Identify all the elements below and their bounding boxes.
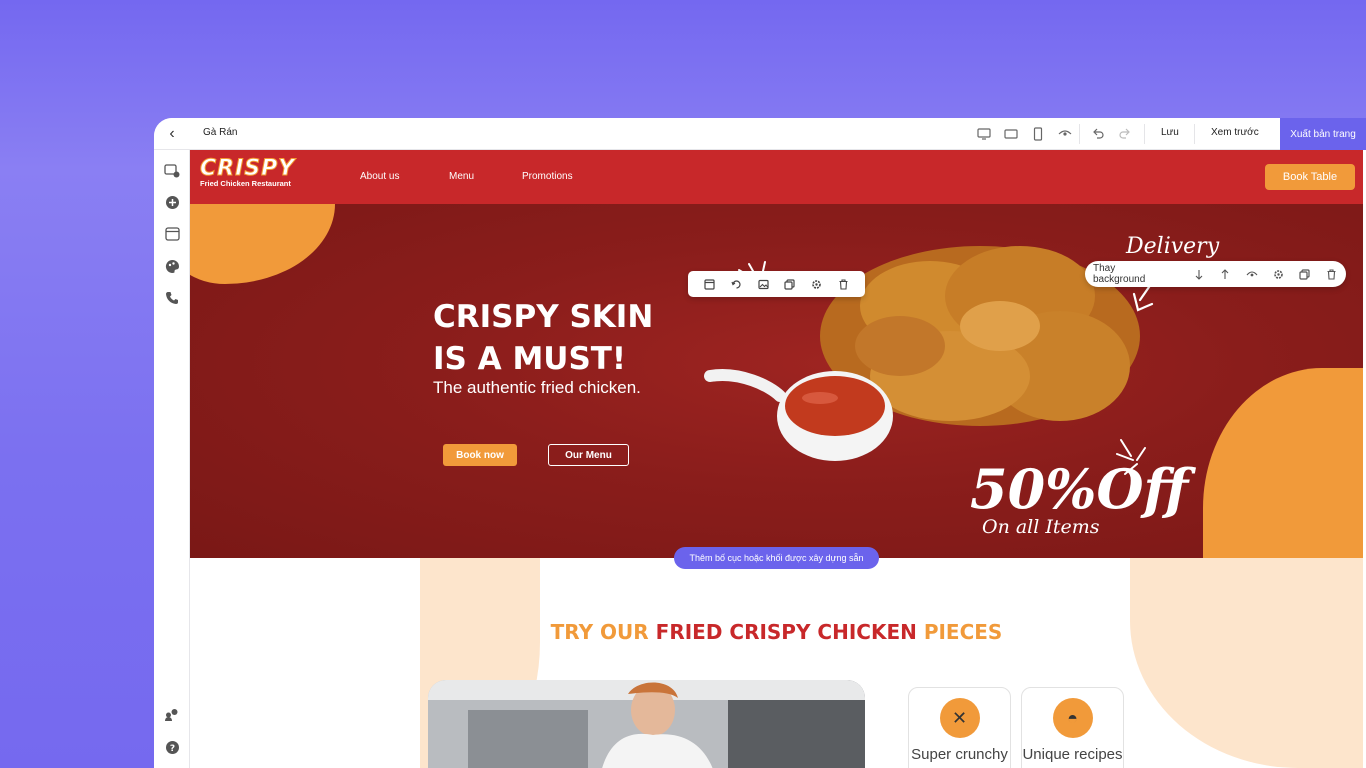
- change-background-button[interactable]: Thay background: [1093, 263, 1167, 285]
- history-icon[interactable]: [729, 277, 743, 291]
- site-logo[interactable]: CRISPY Fried Chicken Restaurant: [199, 156, 296, 189]
- hero-subtitle: The authentic fried chicken.: [433, 378, 641, 397]
- logo-subtitle: Fried Chicken Restaurant: [200, 179, 291, 188]
- layout-icon[interactable]: [702, 277, 716, 291]
- add-block-button[interactable]: Thêm bố cục hoặc khối được xây dựng sẵn: [674, 547, 879, 569]
- hero-title: CRISPY SKIN IS A MUST!: [433, 296, 653, 380]
- tablet-view-icon[interactable]: [1003, 126, 1019, 142]
- section-title-part3: PIECES: [916, 620, 1003, 644]
- page-canvas: CRISPY Fried Chicken Restaurant About us…: [190, 150, 1363, 768]
- book-table-button[interactable]: Book Table: [1265, 164, 1355, 190]
- editor-sidebar: ?: [154, 150, 190, 768]
- section-toolbar: Thay background: [1085, 261, 1346, 287]
- decor-panel-right: [1130, 558, 1363, 768]
- section-trash-icon[interactable]: [1325, 267, 1338, 281]
- nav-about-us[interactable]: About us: [360, 171, 399, 182]
- section-title-part2: FRIED CRISPY CHICKEN: [655, 620, 917, 644]
- move-down-icon[interactable]: [1192, 267, 1205, 281]
- logo-text: CRISPY: [199, 156, 296, 182]
- move-up-icon[interactable]: [1219, 267, 1232, 281]
- nav-menu[interactable]: Menu: [449, 171, 474, 182]
- decor-blob-top-left: [190, 204, 335, 284]
- add-section-icon[interactable]: [163, 162, 181, 180]
- nav-promotions[interactable]: Promotions: [522, 171, 573, 182]
- pages-icon[interactable]: [163, 225, 181, 243]
- feature-label: Super crunchy: [911, 746, 1008, 763]
- promo-discount: 50%Off: [970, 457, 1189, 521]
- help-icon[interactable]: ?: [163, 738, 181, 756]
- hero-title-line2: IS A MUST!: [433, 341, 627, 377]
- section-title-part1: TRY OUR: [550, 620, 656, 644]
- publish-button[interactable]: Xuất bản trang: [1280, 118, 1366, 150]
- trash-icon[interactable]: [837, 277, 851, 291]
- preview-button[interactable]: Xem trước: [1211, 127, 1259, 138]
- site-header[interactable]: CRISPY Fried Chicken Restaurant About us…: [190, 150, 1363, 204]
- back-icon[interactable]: ‹: [162, 124, 182, 144]
- image-icon[interactable]: [756, 277, 770, 291]
- feature-card-crunchy[interactable]: ✕ Super crunchy: [908, 687, 1011, 768]
- visibility-eye-icon[interactable]: [1245, 267, 1258, 281]
- section-duplicate-icon[interactable]: [1298, 267, 1311, 281]
- hero-section[interactable]: CRISPY SKIN IS A MUST! The authentic fri…: [190, 204, 1363, 558]
- editor-topbar: ‹ Gà Rán Lưu Xem trước Xuất bản trang: [154, 118, 1366, 150]
- users-icon[interactable]: [163, 706, 181, 724]
- delivery-text: Delivery: [1126, 234, 1220, 259]
- add-element-icon[interactable]: [163, 193, 181, 211]
- section-title: TRY OUR FRIED CRISPY CHICKEN PIECES: [190, 620, 1363, 644]
- svg-text:?: ?: [169, 744, 174, 754]
- feature-card-recipes[interactable]: ◓ Unique recipes: [1021, 687, 1124, 768]
- eye-icon[interactable]: [1057, 126, 1073, 142]
- book-now-button[interactable]: Book now: [443, 444, 517, 466]
- duplicate-icon[interactable]: [783, 277, 797, 291]
- gear-icon[interactable]: [810, 277, 824, 291]
- feature-label: Unique recipes: [1022, 746, 1123, 763]
- chef-photo[interactable]: [428, 680, 865, 768]
- decor-blob-bottom-right: [1203, 368, 1363, 558]
- phone-icon[interactable]: [163, 289, 181, 307]
- undo-icon[interactable]: [1090, 126, 1106, 142]
- crunchy-feature-icon: ✕: [939, 698, 980, 738]
- hero-title-line1: CRISPY SKIN: [433, 299, 654, 335]
- recipe-bowl-icon: ◓: [1052, 698, 1093, 738]
- redo-icon[interactable]: [1117, 126, 1133, 142]
- theme-palette-icon[interactable]: [163, 257, 181, 275]
- our-menu-button[interactable]: Our Menu: [548, 444, 629, 466]
- section-settings-gear-icon[interactable]: [1272, 267, 1285, 281]
- mobile-view-icon[interactable]: [1030, 126, 1046, 142]
- block-toolbar: [688, 271, 865, 297]
- promo-badge: 50%Off On all Items: [970, 462, 1188, 538]
- page-name: Gà Rán: [203, 127, 238, 138]
- editor-window: ‹ Gà Rán Lưu Xem trước Xuất bản trang ? …: [154, 118, 1366, 768]
- features-section[interactable]: TRY OUR FRIED CRISPY CHICKEN PIECES ✕ Su…: [190, 558, 1363, 768]
- desktop-view-icon[interactable]: [976, 126, 992, 142]
- save-button[interactable]: Lưu: [1161, 127, 1179, 138]
